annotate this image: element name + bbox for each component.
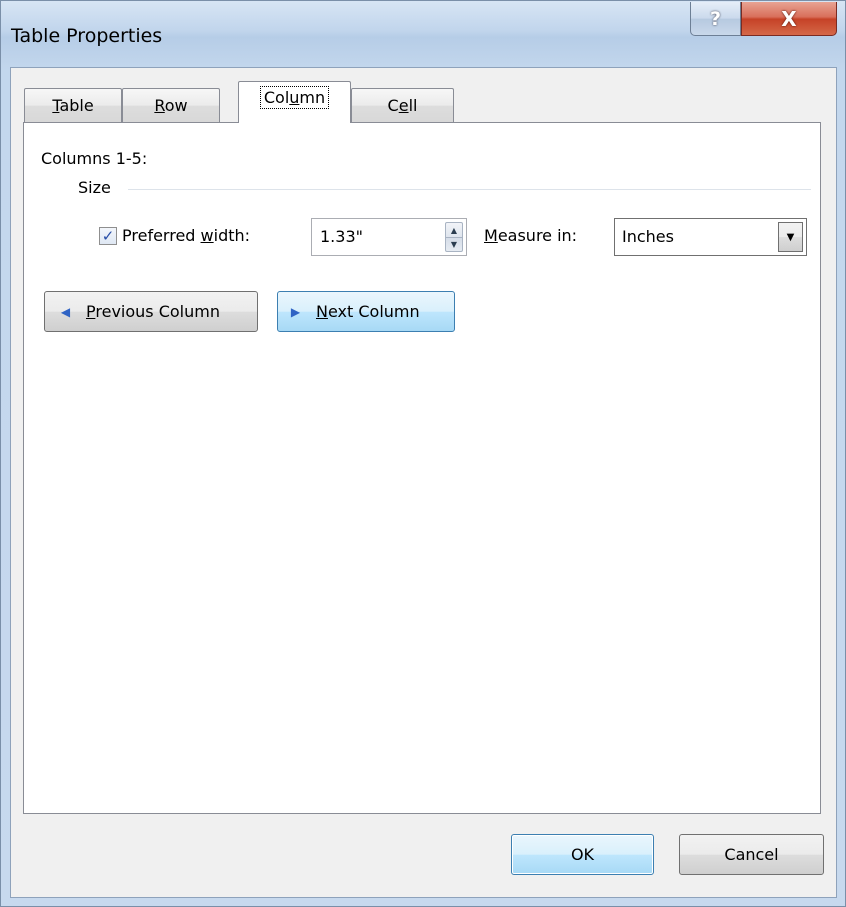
size-group-divider [128, 189, 811, 190]
spin-down-icon: ▼ [450, 239, 458, 249]
column-tab-panel: Columns 1-5: Size ✓ Preferred width: 1.3… [23, 122, 821, 814]
close-button[interactable]: X [741, 2, 837, 36]
next-column-label: Next Column [316, 302, 420, 321]
checkmark-icon: ✓ [101, 226, 115, 245]
help-button[interactable]: ? [690, 2, 741, 36]
tab-column-label: Column [259, 86, 330, 109]
spin-down-button[interactable]: ▼ [446, 237, 462, 251]
chevron-down-icon: ▼ [786, 231, 795, 243]
arrow-right-icon: ▶ [290, 304, 301, 319]
measure-in-select[interactable]: Inches ▼ [614, 218, 807, 256]
tab-cell[interactable]: Cell [351, 88, 454, 122]
tab-row[interactable]: Row [122, 88, 220, 122]
previous-column-label: Previous Column [86, 302, 220, 321]
ok-button[interactable]: OK [511, 834, 654, 875]
preferred-width-value: 1.33" [320, 227, 363, 246]
cancel-button[interactable]: Cancel [679, 834, 824, 875]
tab-cell-label: Cell [387, 96, 418, 115]
arrow-left-icon: ◀ [60, 304, 71, 319]
spin-up-button[interactable]: ▲ [446, 223, 462, 238]
measure-in-label: Measure in: [484, 226, 578, 245]
measure-in-dropdown-button[interactable]: ▼ [778, 222, 803, 252]
size-group-label: Size [78, 178, 111, 197]
preferred-width-checkbox[interactable]: ✓ [99, 227, 117, 245]
title-bar[interactable]: Table Properties ? X [1, 1, 845, 67]
tab-table[interactable]: Table [24, 88, 122, 122]
tab-column[interactable]: Column [238, 81, 351, 123]
tab-row-label: Row [154, 96, 188, 115]
previous-column-button[interactable]: ◀ Previous Column [44, 291, 258, 332]
help-icon: ? [709, 7, 722, 30]
preferred-width-label[interactable]: Preferred width: [122, 226, 250, 245]
measure-in-value: Inches [622, 227, 674, 246]
close-icon: X [781, 6, 797, 31]
spin-up-icon: ▲ [450, 225, 458, 235]
tab-table-label: Table [52, 96, 94, 115]
window-title: Table Properties [11, 25, 163, 47]
dialog-client-area: Table Row Column Cell Columns 1-5: Size … [10, 67, 837, 898]
next-column-button[interactable]: ▶ Next Column [277, 291, 455, 332]
preferred-width-input[interactable]: 1.33" ▲ ▼ [311, 218, 467, 256]
columns-range-label: Columns 1-5: [41, 149, 148, 168]
width-spinner: ▲ ▼ [445, 222, 463, 252]
dialog-window: Table Properties ? X Table Row Column Ce… [0, 0, 846, 907]
